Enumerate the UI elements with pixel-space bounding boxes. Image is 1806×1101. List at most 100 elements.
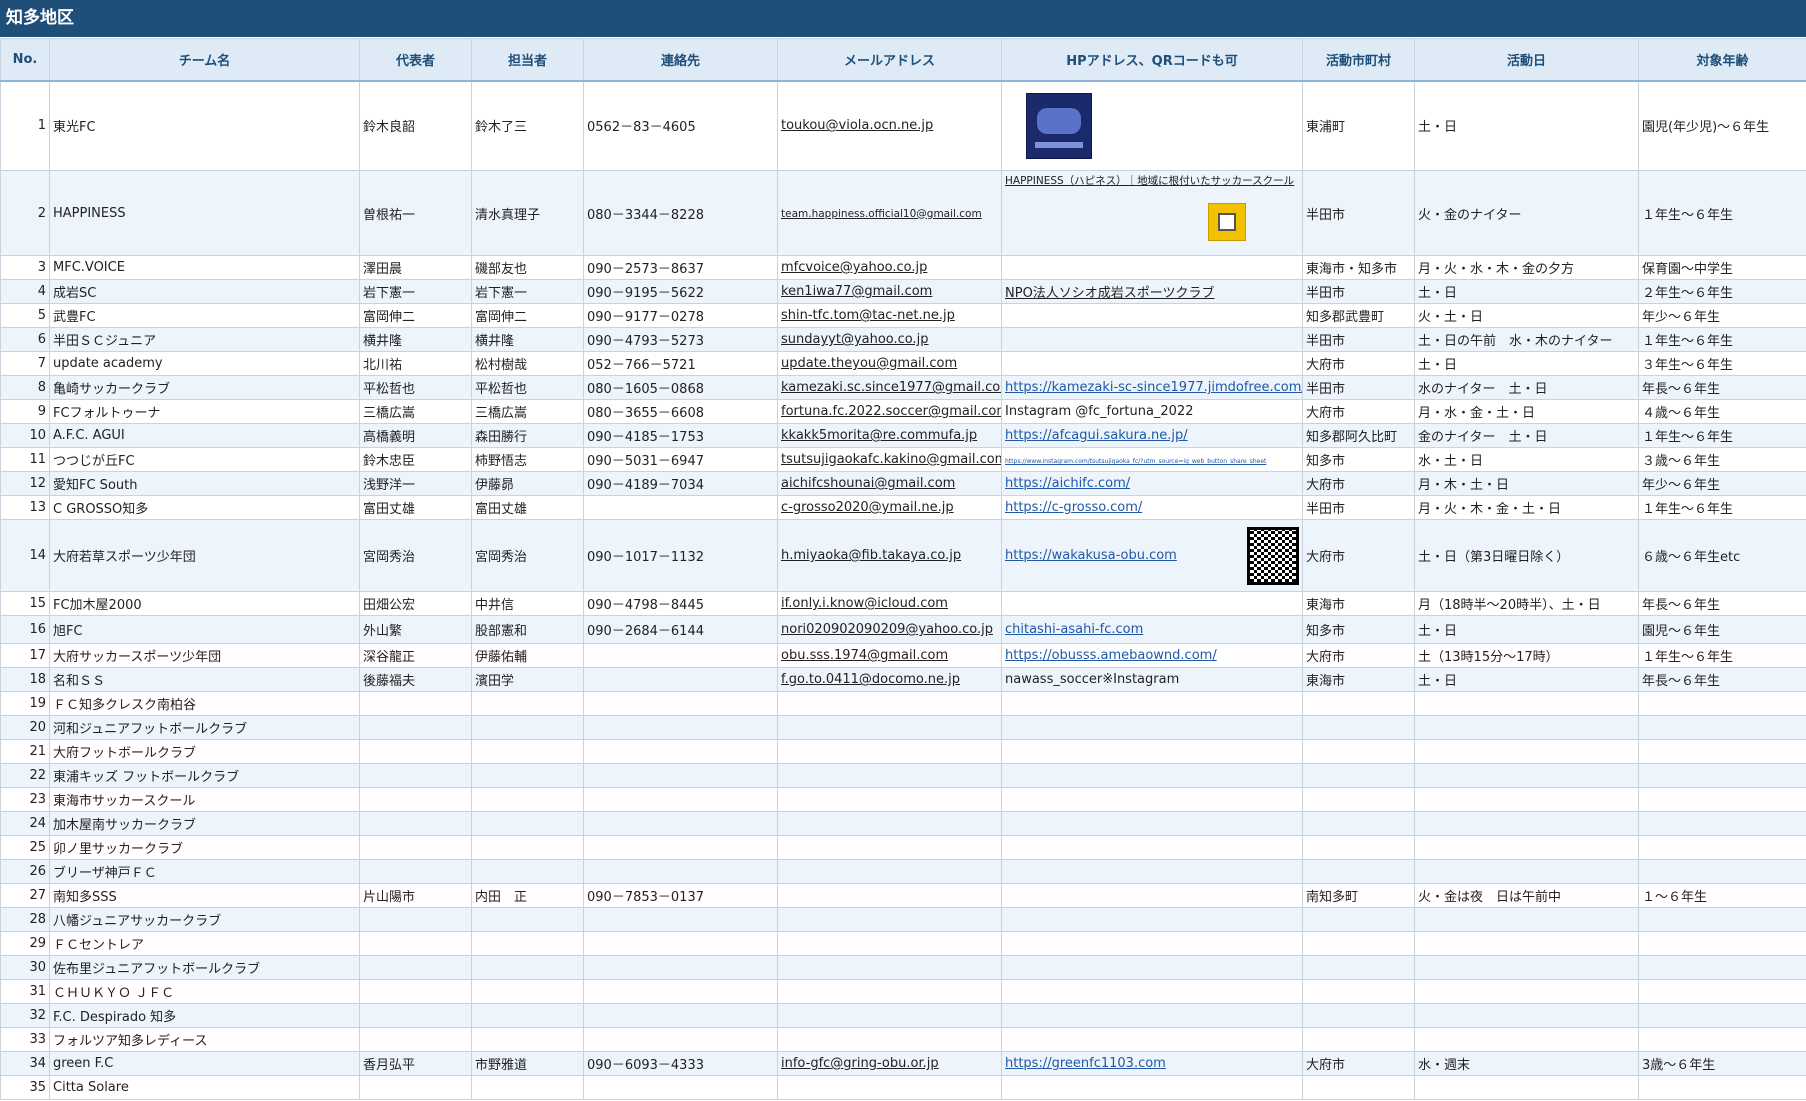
phone-cell[interactable]: 090－9177－0278 xyxy=(583,303,778,328)
email-cell[interactable] xyxy=(777,859,1002,884)
city-cell[interactable]: 大府市 xyxy=(1302,399,1415,424)
target-age-cell[interactable]: ４歳～６年生 xyxy=(1638,399,1806,424)
email-cell[interactable] xyxy=(777,979,1002,1004)
representative-cell[interactable] xyxy=(359,811,472,836)
row-number[interactable]: 11 xyxy=(0,447,50,472)
email-cell[interactable] xyxy=(777,787,1002,812)
email-link[interactable]: sundayyt@yahoo.co.jp xyxy=(781,332,929,347)
header-rep[interactable]: 代表者 xyxy=(359,38,472,82)
email-link[interactable]: h.miyaoka@fib.takaya.co.jp xyxy=(781,548,961,563)
email-link[interactable]: team.happiness.official10@gmail.com xyxy=(781,208,982,220)
activity-days-cell[interactable]: 金のナイター 土・日 xyxy=(1414,423,1639,448)
row-number[interactable]: 10 xyxy=(0,423,50,448)
row-number[interactable]: 19 xyxy=(0,691,50,716)
phone-cell[interactable] xyxy=(583,763,778,788)
email-link[interactable]: obu.sss.1974@gmail.com xyxy=(781,648,948,663)
homepage-cell[interactable] xyxy=(1001,739,1303,764)
homepage-cell[interactable]: https://aichifc.com/ xyxy=(1001,471,1303,496)
homepage-cell[interactable] xyxy=(1001,303,1303,328)
phone-cell[interactable]: 090－7853－0137 xyxy=(583,883,778,908)
activity-days-cell[interactable]: 水・土・日 xyxy=(1414,447,1639,472)
phone-cell[interactable] xyxy=(583,931,778,956)
representative-cell[interactable]: 鈴木良韶 xyxy=(359,80,472,171)
team-name-cell[interactable]: 大府サッカースポーツ少年団 xyxy=(49,643,360,668)
header-city[interactable]: 活動市町村 xyxy=(1302,38,1415,82)
team-name-cell[interactable]: F.C. Despirado 知多 xyxy=(49,1003,360,1028)
city-cell[interactable]: 大府市 xyxy=(1302,471,1415,496)
homepage-link[interactable]: nawass_soccer※Instagram xyxy=(1005,672,1179,687)
row-number[interactable]: 8 xyxy=(0,375,50,400)
phone-cell[interactable] xyxy=(583,835,778,860)
activity-days-cell[interactable]: 月・水・金・土・日 xyxy=(1414,399,1639,424)
contact-person-cell[interactable] xyxy=(471,979,584,1004)
representative-cell[interactable]: 鈴木忠臣 xyxy=(359,447,472,472)
phone-cell[interactable]: 090－9195－5622 xyxy=(583,279,778,304)
city-cell[interactable]: 半田市 xyxy=(1302,495,1415,520)
row-number[interactable]: 28 xyxy=(0,907,50,932)
city-cell[interactable]: 半田市 xyxy=(1302,327,1415,352)
homepage-cell[interactable] xyxy=(1001,715,1303,740)
phone-cell[interactable]: 080－1605－0868 xyxy=(583,375,778,400)
row-number[interactable]: 26 xyxy=(0,859,50,884)
representative-cell[interactable]: 外山繁 xyxy=(359,615,472,644)
target-age-cell[interactable]: 年少～６年生 xyxy=(1638,303,1806,328)
activity-days-cell[interactable]: 火・金は夜 日は午前中 xyxy=(1414,883,1639,908)
row-number[interactable]: 5 xyxy=(0,303,50,328)
phone-cell[interactable] xyxy=(583,715,778,740)
email-cell[interactable] xyxy=(777,1075,1002,1100)
target-age-cell[interactable]: １年生～６年生 xyxy=(1638,327,1806,352)
target-age-cell[interactable] xyxy=(1638,811,1806,836)
homepage-link[interactable]: https://c-grosso.com/ xyxy=(1005,500,1142,515)
row-number[interactable]: 18 xyxy=(0,667,50,692)
row-number[interactable]: 16 xyxy=(0,615,50,644)
representative-cell[interactable]: 三橋広嵩 xyxy=(359,399,472,424)
header-tel[interactable]: 連絡先 xyxy=(583,38,778,82)
representative-cell[interactable] xyxy=(359,955,472,980)
email-cell[interactable]: team.happiness.official10@gmail.com xyxy=(777,170,1002,256)
phone-cell[interactable] xyxy=(583,1027,778,1052)
phone-cell[interactable] xyxy=(583,907,778,932)
representative-cell[interactable] xyxy=(359,691,472,716)
contact-person-cell[interactable] xyxy=(471,715,584,740)
row-number[interactable]: 15 xyxy=(0,591,50,616)
contact-person-cell[interactable]: 濱田学 xyxy=(471,667,584,692)
homepage-cell[interactable]: HAPPINESS（ハピネス）｜地域に根付いたサッカースクール xyxy=(1001,170,1303,256)
city-cell[interactable] xyxy=(1302,1003,1415,1028)
activity-days-cell[interactable]: 水・週末 xyxy=(1414,1051,1639,1076)
team-name-cell[interactable]: 大府若草スポーツ少年団 xyxy=(49,519,360,592)
activity-days-cell[interactable]: 月・火・水・木・金の夕方 xyxy=(1414,255,1639,280)
team-name-cell[interactable]: Citta Solare xyxy=(49,1075,360,1100)
homepage-link[interactable]: NPO法人ソシオ成岩スポーツクラブ xyxy=(1005,286,1215,301)
city-cell[interactable]: 南知多町 xyxy=(1302,883,1415,908)
email-link[interactable]: tsutsujigaokafc.kakino@gmail.com xyxy=(781,452,1001,467)
target-age-cell[interactable] xyxy=(1638,979,1806,1004)
activity-days-cell[interactable]: 土（13時15分～17時） xyxy=(1414,643,1639,668)
activity-days-cell[interactable] xyxy=(1414,763,1639,788)
homepage-cell[interactable]: https://obusss.amebaownd.com/ xyxy=(1001,643,1303,668)
homepage-cell[interactable] xyxy=(1001,1075,1303,1100)
homepage-link[interactable]: chitashi-asahi-fc.com xyxy=(1005,622,1143,637)
email-cell[interactable] xyxy=(777,907,1002,932)
phone-cell[interactable]: 090－4793－5273 xyxy=(583,327,778,352)
target-age-cell[interactable] xyxy=(1638,739,1806,764)
homepage-link[interactable]: https://aichifc.com/ xyxy=(1005,476,1130,491)
city-cell[interactable] xyxy=(1302,1027,1415,1052)
phone-cell[interactable] xyxy=(583,1003,778,1028)
phone-cell[interactable] xyxy=(583,495,778,520)
contact-person-cell[interactable]: 市野雅道 xyxy=(471,1051,584,1076)
email-link[interactable]: update.theyou@gmail.com xyxy=(781,356,957,371)
team-name-cell[interactable]: 東海市サッカースクール xyxy=(49,787,360,812)
target-age-cell[interactable]: 保育園～中学生 xyxy=(1638,255,1806,280)
activity-days-cell[interactable]: 月・木・土・日 xyxy=(1414,471,1639,496)
phone-cell[interactable] xyxy=(583,811,778,836)
team-name-cell[interactable]: FC加木屋2000 xyxy=(49,591,360,616)
phone-cell[interactable] xyxy=(583,979,778,1004)
email-cell[interactable]: nori020902090209@yahoo.co.jp xyxy=(777,615,1002,644)
team-name-cell[interactable]: 成岩SC xyxy=(49,279,360,304)
row-number[interactable]: 21 xyxy=(0,739,50,764)
phone-cell[interactable] xyxy=(583,667,778,692)
email-cell[interactable] xyxy=(777,931,1002,956)
city-cell[interactable] xyxy=(1302,739,1415,764)
team-name-cell[interactable]: 大府フットボールクラブ xyxy=(49,739,360,764)
target-age-cell[interactable] xyxy=(1638,787,1806,812)
